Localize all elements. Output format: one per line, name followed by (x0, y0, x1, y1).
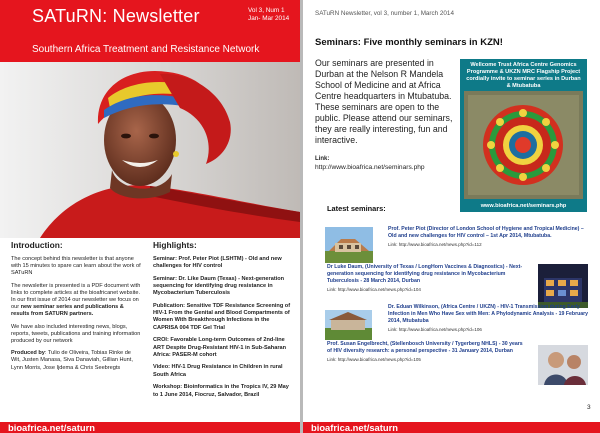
footer-bar-left: bioafrica.net/saturn (0, 422, 300, 433)
introduction-column: The concept behind this newsletter is th… (11, 256, 141, 377)
seminar-item[interactable]: Prof. Peter Piot (Director of London Sch… (388, 226, 591, 249)
newsletter-page-left: SATuRN: Newsletter Vol 3, Num 1 Jan- Mar… (0, 0, 300, 433)
volume-label: Vol 3, Num 1 Jan- Mar 2014 (248, 7, 300, 23)
seminar-item[interactable]: Dr Luke Daum, (University of Texas / Lon… (327, 264, 525, 294)
highlights-column: Seminar: Prof. Peter Piot (LSHTM) - Old … (153, 256, 293, 404)
newsletter-header: SATuRN: Newsletter Vol 3, Num 1 Jan- Mar… (0, 0, 300, 62)
seminars-heading: Seminars: Five monthly seminars in KZN! (315, 37, 503, 48)
page-number: 3 (587, 404, 591, 411)
seminar-title[interactable]: Prof. Susan Engelbrecht, (Stellenbosch U… (327, 341, 527, 355)
seminar-item[interactable]: Dr. Eduan Wilkinson, (Africa Centre / UK… (388, 304, 593, 334)
volume-number: Vol 3, Num 1 (248, 7, 285, 14)
poster-url: www.bioafrica.net/seminars.php (480, 203, 567, 209)
highlight-item[interactable]: Seminar: Dr. Like Daum (Texas) - Next-ge… (153, 276, 293, 298)
poster-invitation-text: Wellcome Trust Africa Centre Genomics Pr… (466, 62, 581, 89)
seminars-link[interactable]: http://www.bioafrica.net/seminars.php (315, 164, 425, 171)
latest-seminars-heading: Latest seminars: (327, 204, 386, 213)
highlights-heading: Highlights: (153, 240, 197, 250)
cover-photo (0, 62, 300, 238)
seminar-thumbnail-2 (538, 264, 588, 308)
intro-paragraph-3: We have also included interesting news, … (11, 323, 141, 345)
seminars-text: Our seminars are presented in Durban at … (315, 58, 453, 145)
seminar-link[interactable]: Link: http://www.bioafrica.net/news.php?… (388, 242, 591, 249)
newsletter-subtitle: Southern Africa Treatment and Resistance… (32, 44, 260, 55)
seminar-poster: Wellcome Trust Africa Centre Genomics Pr… (460, 59, 587, 212)
highlight-item[interactable]: Publication: Sensitive TDF Resistance Sc… (153, 303, 293, 332)
footer-link-right[interactable]: bioafrica.net/saturn (311, 422, 398, 433)
intro-paragraph-2-bold: new seminar series and publications & re… (11, 304, 124, 318)
produced-by: Produced by: Tulio de Oliveira, Tobias R… (11, 350, 141, 372)
seminar-link[interactable]: Link: http://www.bioafrica.net/news.php?… (388, 327, 593, 334)
seminar-title[interactable]: Dr Luke Daum, (University of Texas / Lon… (327, 264, 525, 285)
seminar-title[interactable]: Prof. Peter Piot (Director of London Sch… (388, 226, 591, 240)
volume-date: Jan- Mar 2014 (248, 15, 290, 22)
highlight-item[interactable]: Video: HIV-1 Drug Resistance in Children… (153, 364, 293, 378)
highlight-item[interactable]: Seminar: Prof. Peter Piot (LSHTM) - Old … (153, 256, 293, 270)
running-head: SATuRN Newsletter, vol 3, number 1, Marc… (315, 10, 454, 17)
highlight-item[interactable]: CROI: Favorable Long-term Outcomes of 2n… (153, 337, 293, 359)
seminar-thumbnail-1 (325, 227, 373, 263)
footer-bar-right: bioafrica.net/saturn (303, 422, 600, 433)
seminar-item[interactable]: Prof. Susan Engelbrecht, (Stellenbosch U… (327, 341, 527, 364)
produced-by-label: Produced by (11, 350, 45, 357)
newsletter-page-right: SATuRN Newsletter, vol 3, number 1, Marc… (303, 0, 600, 433)
seminar-link[interactable]: Link: http://www.bioafrica.net/news.php?… (327, 287, 525, 294)
seminar-thumbnail-3 (325, 310, 372, 340)
highlight-item[interactable]: Workshop: Bioinformatics in the Tropics … (153, 384, 293, 398)
seminar-link[interactable]: Link: http://www.bioafrica.net/news.php?… (327, 357, 527, 364)
seminars-link-label: Link: (315, 156, 330, 162)
seminar-thumbnail-4 (538, 345, 588, 385)
newsletter-title: SATuRN: Newsletter (32, 6, 200, 26)
introduction-heading: Introduction: (11, 240, 63, 250)
intro-paragraph-1: The concept behind this newsletter is th… (11, 256, 141, 277)
seminar-title[interactable]: Dr. Eduan Wilkinson, (Africa Centre / UK… (388, 304, 593, 325)
footer-link-left[interactable]: bioafrica.net/saturn (8, 422, 95, 433)
intro-paragraph-2: The newsletter is presented is a PDF doc… (11, 283, 141, 319)
